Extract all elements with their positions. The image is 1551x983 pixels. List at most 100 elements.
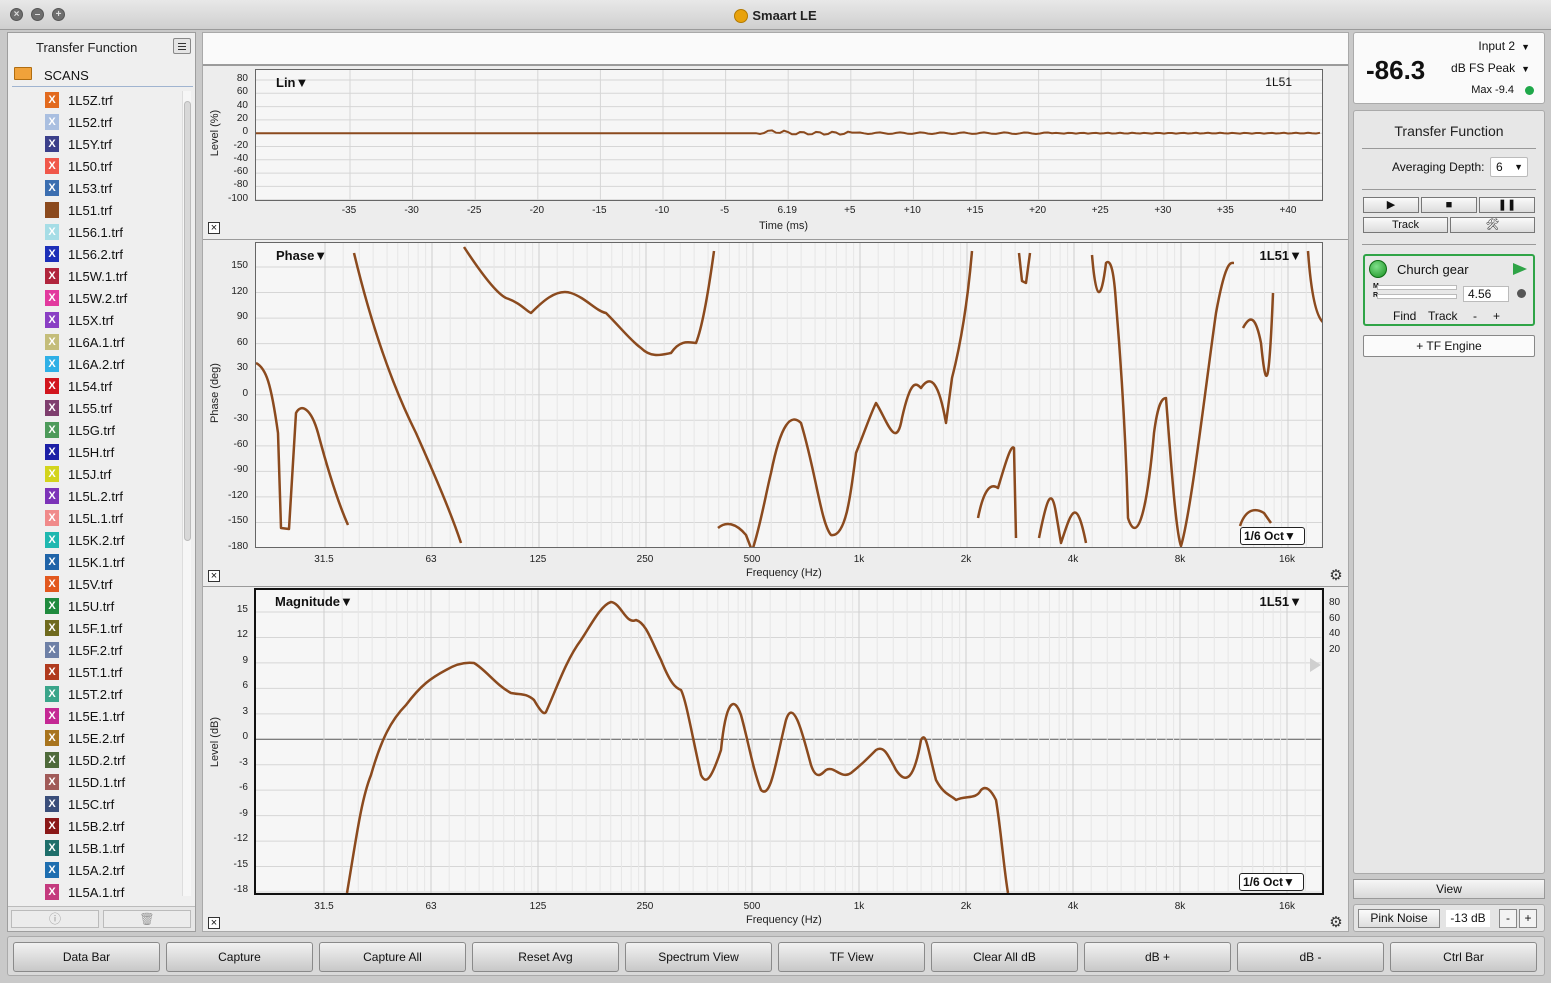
noise-minus-button[interactable]: -	[1499, 909, 1517, 928]
list-item[interactable]: X 1L5V.trf	[8, 573, 180, 595]
list-item[interactable]: X 1L53.trf	[8, 177, 180, 199]
stop-button[interactable]: ■	[1421, 197, 1477, 213]
list-item[interactable]: X 1L5K.1.trf	[8, 551, 180, 573]
list-item[interactable]: X 1L5A.2.trf	[8, 859, 180, 881]
noise-plus-button[interactable]: +	[1519, 909, 1537, 928]
list-item[interactable]: X 1L6A.2.trf	[8, 353, 180, 375]
x-tick-label: -35	[341, 205, 357, 216]
list-item[interactable]: X 1L5X.trf	[8, 309, 180, 331]
list-item[interactable]: X 1L6A.1.trf	[8, 331, 180, 353]
threshold-marker-icon[interactable]	[1310, 658, 1321, 672]
trace-file-icon: X	[45, 818, 59, 834]
info-button[interactable]: ⓘ	[11, 910, 99, 928]
delay-field[interactable]: 4.56	[1463, 286, 1509, 302]
impulse-close-icon[interactable]: ×	[208, 222, 220, 234]
list-item[interactable]: X 1L5F.1.trf	[8, 617, 180, 639]
list-item[interactable]: X 1L5H.trf	[8, 441, 180, 463]
list-item[interactable]: X 1L56.2.trf	[8, 243, 180, 265]
list-item[interactable]: X 1L5G.trf	[8, 419, 180, 441]
magnitude-mode-label[interactable]: Magnitude▼	[275, 594, 353, 609]
delete-button[interactable]: 🗑	[103, 910, 191, 928]
command-button-clear-all-db[interactable]: Clear All dB	[931, 942, 1078, 972]
sidebar-scroll-thumb[interactable]	[184, 101, 191, 541]
magnitude-trace-label[interactable]: 1L51▼	[1260, 594, 1303, 609]
magnitude-plot[interactable]: Magnitude▼ 1L51▼ 1/6 Oct▼	[254, 588, 1324, 895]
command-button-data-bar[interactable]: Data Bar	[13, 942, 160, 972]
list-item[interactable]: X 1L5J.trf	[8, 463, 180, 485]
find-button[interactable]: Find	[1393, 309, 1416, 323]
magnitude-trace	[345, 600, 1010, 893]
tf-engine-church-gear[interactable]: Church gear M R 4.56 Find Track - +	[1363, 254, 1535, 326]
list-item[interactable]: X 1L5W.2.trf	[8, 287, 180, 309]
impulse-mode-label[interactable]: Lin▼	[276, 75, 308, 90]
view-button[interactable]: View	[1353, 879, 1545, 899]
list-item[interactable]: X 1L5D.1.trf	[8, 771, 180, 793]
phase-smoothing-selector[interactable]: 1/6 Oct▼	[1240, 527, 1305, 545]
phase-plot[interactable]: Phase▼ 1L51▼ 1/6 Oct▼	[255, 242, 1323, 548]
input-selector[interactable]: Input 2 ▼	[1478, 39, 1530, 53]
phase-trace-label[interactable]: 1L51▼	[1260, 248, 1303, 263]
command-button-capture[interactable]: Capture	[166, 942, 313, 972]
list-item[interactable]: 1L51.trf	[8, 199, 180, 221]
meter-mode-selector[interactable]: dB FS Peak ▼	[1451, 61, 1530, 75]
averaging-select[interactable]: 6 ▼	[1490, 157, 1528, 177]
phase-y-title: Phase (deg)	[209, 363, 221, 423]
magnitude-smoothing-selector[interactable]: 1/6 Oct▼	[1239, 873, 1304, 891]
list-item[interactable]: X 1L5A.1.trf	[8, 881, 180, 903]
delay-plus-button[interactable]: +	[1493, 309, 1500, 323]
list-item[interactable]: X 1L5D.2.trf	[8, 749, 180, 771]
list-item[interactable]: X 1L5B.2.trf	[8, 815, 180, 837]
list-item[interactable]: X 1L5E.1.trf	[8, 705, 180, 727]
x-tick-label: +30	[1154, 205, 1172, 216]
list-item[interactable]: X 1L50.trf	[8, 155, 180, 177]
x-tick-label: 2k	[960, 901, 972, 912]
list-item[interactable]: X 1L55.trf	[8, 397, 180, 419]
list-item[interactable]: X 1L5T.1.trf	[8, 661, 180, 683]
list-item[interactable]: X 1L5L.2.trf	[8, 485, 180, 507]
y-tick-label: 30	[236, 362, 248, 374]
command-button-capture-all[interactable]: Capture All	[319, 942, 466, 972]
command-button-spectrum-view[interactable]: Spectrum View	[625, 942, 772, 972]
list-item[interactable]: X 1L5T.2.trf	[8, 683, 180, 705]
command-button-reset-avg[interactable]: Reset Avg	[472, 942, 619, 972]
impulse-plot[interactable]: Lin▼ 1L51	[255, 69, 1323, 201]
command-button-tf-view[interactable]: TF View	[778, 942, 925, 972]
command-bar: Data Bar Capture Capture All Reset Avg Spect…	[7, 936, 1545, 976]
phase-mode-label[interactable]: Phase▼	[276, 248, 327, 263]
list-item[interactable]: X 1L52.trf	[8, 111, 180, 133]
list-item[interactable]: X 1L56.1.trf	[8, 221, 180, 243]
phase-gear-icon[interactable]: ⚙	[1329, 568, 1343, 583]
engine-play-icon[interactable]	[1513, 263, 1527, 275]
list-item[interactable]: X 1L5F.2.trf	[8, 639, 180, 661]
sidebar-menu-icon[interactable]	[173, 38, 191, 54]
sidebar-scrollbar[interactable]	[182, 91, 191, 896]
list-item[interactable]: X 1L54.trf	[8, 375, 180, 397]
list-item[interactable]: X 1L5C.trf	[8, 793, 180, 815]
add-tf-engine-button[interactable]: + TF Engine	[1363, 335, 1535, 357]
pink-noise-button[interactable]: Pink Noise	[1358, 909, 1440, 928]
tools-button[interactable]: 🛠	[1450, 217, 1535, 233]
engine-track-button[interactable]: Track	[1428, 309, 1458, 323]
magnitude-gear-icon[interactable]: ⚙	[1329, 915, 1343, 930]
list-item[interactable]: X 1L5K.2.trf	[8, 529, 180, 551]
list-item[interactable]: X 1L5B.1.trf	[8, 837, 180, 859]
list-item[interactable]: X 1L5Z.trf	[8, 89, 180, 111]
list-item[interactable]: X 1L5E.2.trf	[8, 727, 180, 749]
folder-scans[interactable]: SCANS	[12, 63, 193, 87]
list-item[interactable]: X 1L5W.1.trf	[8, 265, 180, 287]
command-button-db[interactable]: dB -	[1237, 942, 1384, 972]
command-button-ctrl-bar[interactable]: Ctrl Bar	[1390, 942, 1537, 972]
engine-active-icon[interactable]	[1369, 260, 1387, 278]
delay-minus-button[interactable]: -	[1473, 309, 1477, 323]
command-button-db[interactable]: dB +	[1084, 942, 1231, 972]
list-item[interactable]: X 1L5U.trf	[8, 595, 180, 617]
list-item[interactable]: X 1L5Y.trf	[8, 133, 180, 155]
pause-button[interactable]: ❚❚	[1479, 197, 1535, 213]
phase-close-icon[interactable]: ×	[208, 570, 220, 582]
track-button[interactable]: Track	[1363, 217, 1448, 233]
magnitude-close-icon[interactable]: ×	[208, 917, 220, 929]
noise-level-field[interactable]: -13 dB	[1446, 910, 1490, 927]
list-item[interactable]: X 1L5L.1.trf	[8, 507, 180, 529]
y-tick-label: -20	[233, 139, 248, 151]
play-button[interactable]: ▶	[1363, 197, 1419, 213]
